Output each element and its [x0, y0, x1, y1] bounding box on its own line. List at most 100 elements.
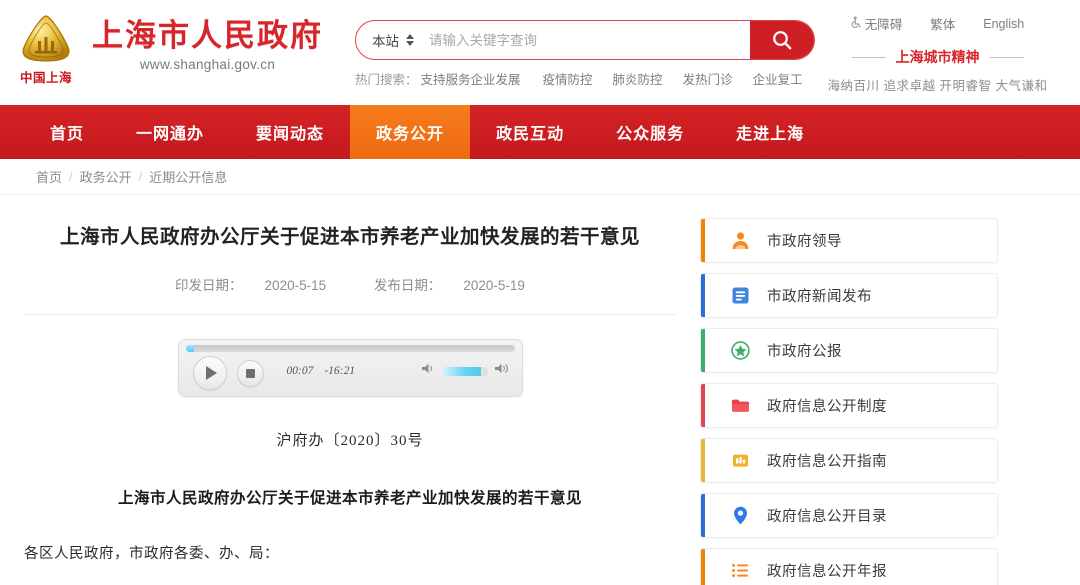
audio-progress-bar[interactable] — [186, 345, 515, 352]
accent-bar — [701, 439, 705, 482]
search-scope-selector[interactable]: 本站 — [356, 21, 423, 59]
play-button[interactable] — [193, 356, 227, 390]
volume-high-icon[interactable] — [494, 362, 511, 380]
article-column: 上海市人民政府办公厅关于促进本市养老产业加快发展的若干意见 印发日期：2020-… — [0, 195, 700, 585]
city-spirit-label: 上海城市精神 — [896, 47, 980, 67]
sidebar-item-label: 政府信息公开制度 — [767, 395, 887, 416]
hot-search-link-3[interactable]: 发热门诊 — [683, 69, 733, 88]
hot-search-row: 热门搜索： 支持服务企业发展 疫情防控 肺炎防控 发热门诊 企业复工 — [355, 69, 815, 88]
sidebar-item-annual-report[interactable]: 政府信息公开年报 — [700, 548, 998, 585]
audio-player-wrapper: 00:07 -16:21 — [24, 339, 676, 397]
article-meta: 印发日期：2020-5-15 发布日期： 2020-5-19 — [24, 274, 676, 294]
stop-button[interactable] — [237, 360, 264, 387]
accent-bar — [701, 274, 705, 317]
sidebar-item-press-release[interactable]: 市政府新闻发布 — [700, 273, 998, 318]
breadcrumb-item-1[interactable]: 政务公开 — [80, 167, 132, 186]
hot-search-link-4[interactable]: 企业复工 — [753, 69, 803, 88]
rule-left — [852, 57, 886, 58]
nav-item-public-service[interactable]: 公众服务 — [590, 105, 710, 159]
folder-icon — [727, 395, 753, 416]
accent-bar — [701, 494, 705, 537]
nav-item-government-affairs[interactable]: 政务公开 — [350, 105, 470, 159]
shanghai-emblem-icon — [19, 14, 73, 64]
nav-item-about-shanghai[interactable]: 走进上海 — [710, 105, 830, 159]
site-title-block: 上海市人民政府 www.shanghai.gov.cn — [92, 0, 323, 72]
sidebar-item-leaders[interactable]: 市政府领导 — [700, 218, 998, 263]
volume-low-icon[interactable] — [421, 362, 436, 380]
hot-search-link-0[interactable]: 支持服务企业发展 — [421, 69, 521, 88]
meta-divider — [24, 314, 676, 315]
breadcrumb-item-0[interactable]: 首页 — [36, 167, 62, 186]
audio-player: 00:07 -16:21 — [178, 339, 523, 397]
sidebar-item-label: 市政府新闻发布 — [767, 285, 872, 306]
site-logo[interactable]: 中国上海 — [0, 0, 92, 86]
list-icon — [727, 560, 753, 581]
audio-controls — [193, 356, 264, 390]
breadcrumb: 首页 / 政务公开 / 近期公开信息 — [0, 159, 1080, 195]
logo-caption: 中国上海 — [20, 67, 72, 86]
document-number: 沪府办〔2020〕30号 — [24, 429, 676, 450]
breadcrumb-item-2[interactable]: 近期公开信息 — [149, 167, 227, 186]
volume-slider-fill — [442, 367, 481, 376]
english-link[interactable]: English — [983, 17, 1024, 31]
document-paragraph: 各区人民政府，市政府各委、办、局： — [24, 542, 676, 563]
rule-right — [990, 57, 1024, 58]
search-button[interactable] — [750, 21, 814, 59]
person-icon — [727, 230, 753, 251]
breadcrumb-separator-0: / — [69, 169, 73, 184]
sidebar-item-disclosure-guide[interactable]: 政府信息公开指南 — [700, 438, 998, 483]
document-icon — [727, 285, 753, 306]
nav-item-home[interactable]: 首页 — [24, 105, 110, 159]
sidebar-item-label: 政府信息公开指南 — [767, 450, 887, 471]
audio-remaining-time: -16:21 — [324, 365, 355, 377]
accent-bar — [701, 219, 705, 262]
content-wrapper: 上海市人民政府办公厅关于促进本市养老产业加快发展的若干意见 印发日期：2020-… — [0, 195, 1080, 585]
sidebar: 市政府领导 市政府新闻发布 市政府公报 — [700, 195, 1030, 585]
document-heading: 上海市人民政府办公厅关于促进本市养老产业加快发展的若干意见 — [24, 486, 676, 508]
search-block: 本站 热门搜索： 支持服务企业发展 疫情防控 肺炎防控 发热门诊 — [355, 0, 815, 88]
audio-volume-block — [421, 362, 511, 380]
accent-bar — [701, 329, 705, 372]
volume-slider[interactable] — [442, 367, 488, 376]
audio-progress-fill — [186, 345, 194, 352]
hot-search-link-1[interactable]: 疫情防控 — [543, 69, 593, 88]
issue-date-value: 2020-5-15 — [265, 278, 327, 293]
audio-time-block: 00:07 -16:21 — [287, 365, 356, 377]
publish-date-value: 2020-5-19 — [463, 278, 525, 293]
hot-search-link-2[interactable]: 肺炎防控 — [613, 69, 663, 88]
breadcrumb-separator-1: / — [139, 169, 143, 184]
spinner-arrows-icon[interactable] — [406, 34, 414, 46]
sidebar-item-label: 市政府领导 — [767, 230, 842, 251]
search-input[interactable] — [423, 21, 750, 59]
nav-item-yiwangtongban[interactable]: 一网通办 — [110, 105, 230, 159]
utility-block: 无障碍 繁体 English 上海城市精神 海纳百川 追求卓越 开明睿智 大气谦… — [815, 0, 1080, 94]
publish-date: 发布日期： 2020-5-19 — [363, 278, 536, 293]
sidebar-item-gazette[interactable]: 市政府公报 — [700, 328, 998, 373]
hot-search-label: 热门搜索： — [355, 69, 418, 88]
site-header: 中国上海 上海市人民政府 www.shanghai.gov.cn 本站 — [0, 0, 1080, 105]
wheelchair-icon — [851, 16, 862, 31]
chart-icon — [727, 450, 753, 471]
star-icon — [727, 340, 753, 361]
sidebar-item-disclosure-catalog[interactable]: 政府信息公开目录 — [700, 493, 998, 538]
accent-bar — [701, 549, 705, 585]
nav-item-news[interactable]: 要闻动态 — [230, 105, 350, 159]
accent-bar — [701, 384, 705, 427]
accessibility-label: 无障碍 — [865, 14, 903, 33]
accessibility-link[interactable]: 无障碍 — [851, 14, 903, 33]
publish-date-label: 发布日期： — [374, 278, 442, 293]
stop-icon — [246, 369, 255, 378]
traditional-chinese-link[interactable]: 繁体 — [930, 14, 955, 33]
site-url: www.shanghai.gov.cn — [92, 57, 323, 72]
article-title: 上海市人民政府办公厅关于促进本市养老产业加快发展的若干意见 — [24, 223, 676, 252]
sidebar-item-disclosure-system[interactable]: 政府信息公开制度 — [700, 383, 998, 428]
search-scope-label: 本站 — [372, 30, 399, 50]
pin-icon — [727, 505, 753, 526]
search-icon — [771, 29, 793, 51]
sidebar-item-label: 政府信息公开目录 — [767, 505, 887, 526]
issue-date: 印发日期：2020-5-15 — [164, 278, 337, 293]
page-title: 上海市人民政府 — [92, 20, 323, 53]
play-icon — [206, 366, 217, 380]
city-spirit-title: 上海城市精神 — [815, 47, 1060, 67]
nav-item-interaction[interactable]: 政民互动 — [470, 105, 590, 159]
